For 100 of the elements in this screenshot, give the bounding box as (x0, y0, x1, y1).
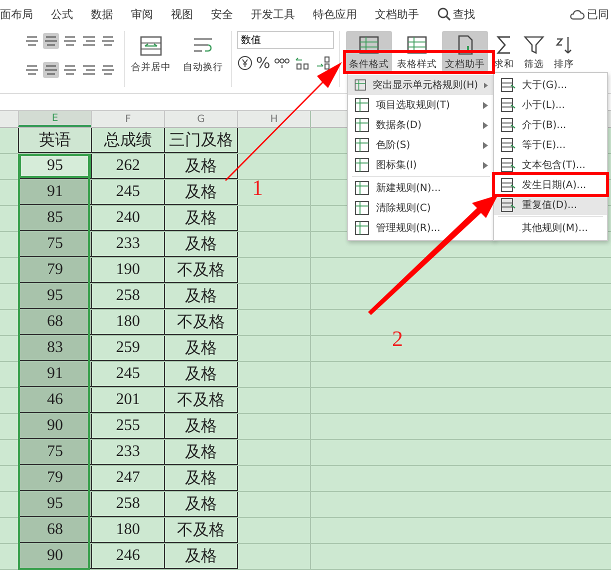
ribbon-tab[interactable]: 特色应用 (304, 6, 366, 22)
table-cell: 258 (91, 284, 164, 309)
table-header-cell: 英语 (18, 128, 91, 153)
align-button[interactable] (43, 33, 59, 49)
align-icon (82, 35, 96, 47)
ribbon-tab[interactable]: 文档助手 (366, 6, 428, 22)
ribbon-tab[interactable]: 数据 (82, 6, 122, 22)
ribbon-tab[interactable]: 安全 (202, 6, 242, 22)
merge-cells-icon (139, 35, 163, 57)
table-cell: 及格 (164, 206, 237, 231)
ribbon-button[interactable]: 排序 (550, 31, 578, 72)
menu-item[interactable]: 数据条(D) (348, 115, 494, 135)
menu-item[interactable]: 项目选取规则(T) (348, 95, 494, 115)
submenu-arrow-icon (483, 122, 488, 128)
wrap-text-button[interactable]: 自动换行 (183, 61, 223, 74)
sync-status[interactable]: 已同 (569, 6, 611, 22)
rule-icon (354, 97, 370, 113)
rule-icon (354, 77, 367, 93)
ribbon-tab[interactable]: 审阅 (122, 6, 162, 22)
table-cell: 90 (18, 414, 91, 439)
table-cell: 46 (18, 388, 91, 413)
column-header[interactable]: F (91, 111, 164, 127)
table-cell: 不及格 (164, 388, 237, 413)
table-cell: 90 (18, 544, 91, 569)
table-cell: 及格 (164, 284, 237, 309)
ribbon-tab[interactable]: 公式 (42, 6, 82, 22)
menu-item[interactable]: 等于(E)... (494, 135, 607, 155)
submenu-arrow-icon (483, 162, 488, 168)
align-icon (82, 64, 96, 76)
table-cell: 85 (18, 206, 91, 231)
menu-item[interactable]: 重复值(D)... (494, 195, 607, 215)
rule-icon (354, 220, 370, 236)
table-cell: 及格 (164, 232, 237, 257)
ribbon-tab[interactable]: 视图 (162, 6, 202, 22)
ribbon-button[interactable]: 表格样式 (394, 31, 440, 72)
table-cell: 不及格 (164, 310, 237, 335)
ribbon-button[interactable]: 条件格式 (346, 31, 392, 72)
table-cell: 240 (91, 206, 164, 231)
annotation-number: 2 (392, 326, 403, 352)
menu-item[interactable]: 管理规则(R)... (348, 218, 494, 238)
table-cell: 255 (91, 414, 164, 439)
table-cell: 79 (18, 258, 91, 283)
rule-icon (354, 137, 370, 153)
ribbon-button[interactable]: 求和 (490, 31, 518, 72)
rule-icon (354, 117, 370, 133)
table-cell: 及格 (164, 544, 237, 569)
rule-icon (354, 157, 370, 173)
table-cell: 68 (18, 310, 91, 335)
table-cell: 及格 (164, 414, 237, 439)
menu-item[interactable]: 图标集(I) (348, 155, 494, 175)
menu-item[interactable]: 发生日期(A)... (494, 175, 607, 195)
ribbon-tab[interactable]: 开发工具 (242, 6, 304, 22)
submenu-arrow-icon (483, 142, 488, 148)
menu-item[interactable]: 小于(L)... (494, 95, 607, 115)
ribbon-button[interactable]: 文档助手 (442, 31, 488, 72)
table-cell: 及格 (164, 336, 237, 361)
ribbon-button[interactable]: 筛选 (520, 31, 548, 72)
table-cell: 及格 (164, 466, 237, 491)
rule-icon (354, 200, 370, 216)
cloud-icon (569, 8, 585, 20)
align-button[interactable] (43, 62, 59, 78)
table-cell: 91 (18, 362, 91, 387)
column-header[interactable]: G (164, 111, 237, 127)
table-cell: 180 (91, 310, 164, 335)
menu-item[interactable]: 介于(B)... (494, 115, 607, 135)
align-icon (25, 64, 39, 76)
table-cell: 259 (91, 336, 164, 361)
table-cell: 190 (91, 258, 164, 283)
menu-item[interactable]: 突出显示单元格规则(H) (348, 75, 494, 95)
align-icon (44, 35, 58, 47)
table-cell: 258 (91, 492, 164, 517)
funnel-icon (523, 34, 545, 56)
number-format-dropdown[interactable]: 数值 (237, 31, 334, 49)
table-cell: 201 (91, 388, 164, 413)
search-icon (437, 7, 451, 21)
menu-item[interactable]: 文本包含(T)... (494, 155, 607, 175)
menu-item[interactable]: 大于(G)... (494, 75, 607, 95)
percent-button[interactable]: % (256, 54, 270, 72)
menu-item[interactable]: 清除规则(C) (348, 198, 494, 218)
align-icon (63, 64, 77, 76)
table-cell: 95 (18, 284, 91, 309)
table-cell: 及格 (164, 492, 237, 517)
menu-item[interactable]: 色阶(S) (348, 135, 494, 155)
table-cell: 233 (91, 440, 164, 465)
menu-item[interactable]: 其他规则(M)... (494, 218, 607, 238)
table-cell: 不及格 (164, 518, 237, 543)
table-cell: 245 (91, 180, 164, 205)
merge-center-button[interactable]: 合并居中 (131, 61, 171, 74)
table-cell: 91 (18, 180, 91, 205)
table-cell: 83 (18, 336, 91, 361)
menu-item[interactable]: 新建规则(N)... (348, 178, 494, 198)
table-cell: 180 (91, 518, 164, 543)
table-grid-icon (358, 34, 380, 56)
table-edit-icon (406, 34, 428, 56)
table-cell: 95 (18, 492, 91, 517)
search-button[interactable]: 查找 (428, 6, 484, 22)
table-header-cell: 总成绩 (91, 128, 164, 153)
table-cell: 及格 (164, 362, 237, 387)
currency-icon[interactable] (237, 55, 253, 71)
ribbon-tab[interactable]: 面布局 (0, 6, 42, 22)
